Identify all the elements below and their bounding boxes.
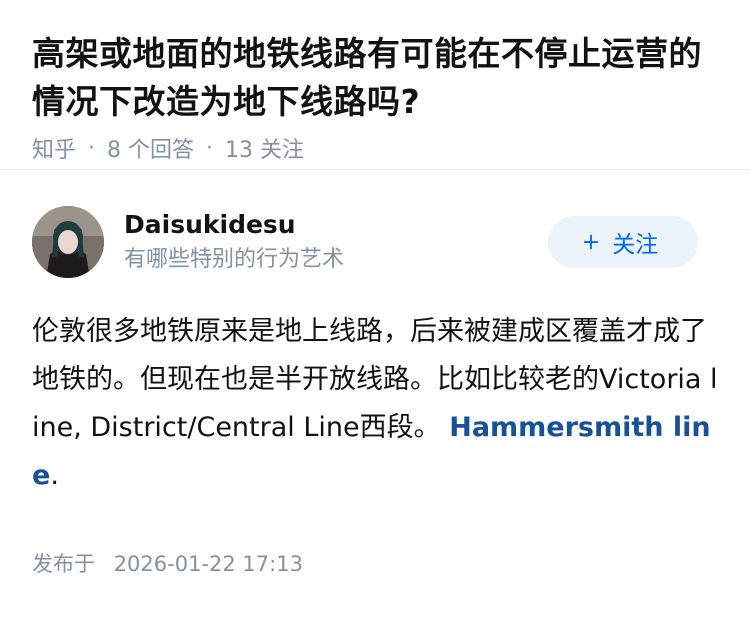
answer-card: Daisukidesu 有哪些特别的行为艺术 + 关注 伦敦很多地铁原来是地上线… <box>0 170 750 578</box>
follow-button-label: 关注 <box>612 232 659 258</box>
avatar-photo-icon <box>32 206 104 278</box>
meta-separator: · <box>88 135 96 161</box>
plus-icon: + <box>581 229 601 255</box>
publish-label: 发布于 <box>32 552 95 576</box>
follow-button[interactable]: + 关注 <box>548 216 698 268</box>
publish-datetime: 2026-01-22 17:13 <box>113 552 303 576</box>
answer-body: 伦敦很多地铁原来是地上线路，后来被建成区覆盖才成了地铁的。但现在也是半开放线路。… <box>32 308 718 500</box>
question-meta: 知乎 · 8 个回答 · 13 关注 <box>32 132 718 164</box>
answers-count[interactable]: 8 个回答 <box>107 132 194 164</box>
author-info: Daisukidesu 有哪些特别的行为艺术 <box>124 208 344 276</box>
avatar[interactable] <box>32 206 104 278</box>
followers-count[interactable]: 13 关注 <box>225 132 304 164</box>
author-bio: 有哪些特别的行为艺术 <box>124 247 345 272</box>
question-title[interactable]: 高架或地面的地铁线路有可能在不停止运营的情况下改造为地下线路吗? <box>32 30 718 126</box>
question-header: 高架或地面的地铁线路有可能在不停止运营的情况下改造为地下线路吗? 知乎 · 8 … <box>0 0 750 170</box>
publish-info: 发布于 2026-01-22 17:13 <box>32 548 718 578</box>
answer-tail: . <box>50 460 59 491</box>
site-name[interactable]: 知乎 <box>32 132 76 164</box>
meta-separator: · <box>206 135 214 161</box>
author-row: Daisukidesu 有哪些特别的行为艺术 + 关注 <box>32 206 718 278</box>
author-name[interactable]: Daisukidesu <box>124 208 344 242</box>
